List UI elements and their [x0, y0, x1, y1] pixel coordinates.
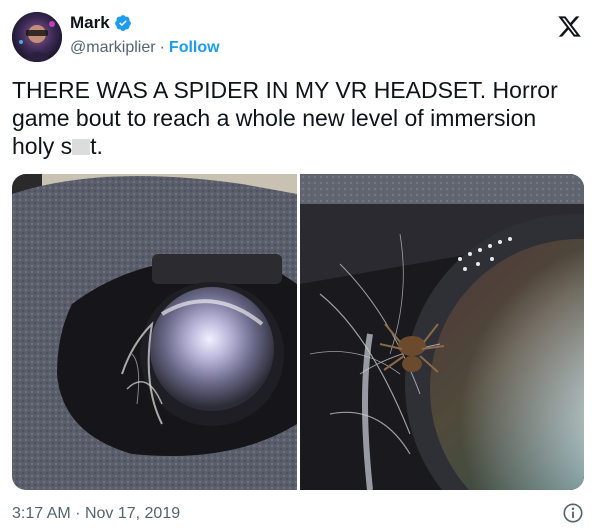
media-photo-2[interactable] — [299, 174, 584, 490]
tweet-card: Mark @markiplier · Follow THERE WAS A SPID… — [0, 0, 600, 530]
tweet-timestamp[interactable]: 3:17 AM · Nov 17, 2019 — [12, 504, 180, 524]
timestamp-separator: · — [75, 505, 81, 522]
censor-blur — [72, 139, 91, 155]
verified-badge-icon — [114, 15, 131, 31]
display-name[interactable]: Mark — [70, 13, 110, 33]
x-logo-icon[interactable] — [556, 14, 583, 39]
media-grid — [12, 174, 584, 490]
handle-separator: · — [159, 39, 165, 56]
author-name-row: Mark — [70, 13, 132, 33]
tweet-text: THERE WAS A SPIDER IN MY VR HEADSET. Hor… — [12, 76, 572, 160]
info-icon[interactable] — [562, 502, 584, 524]
follow-button[interactable]: Follow — [169, 39, 220, 56]
avatar[interactable] — [12, 12, 62, 62]
timestamp-date: Nov 17, 2019 — [84, 505, 181, 522]
tweet-text-part2: t. — [90, 133, 103, 159]
author-handle-row: @markiplier · Follow — [70, 38, 220, 58]
timestamp-time: 3:17 AM — [12, 505, 71, 522]
media-photo-1[interactable] — [12, 174, 297, 490]
author-handle[interactable]: @markiplier — [70, 39, 156, 56]
